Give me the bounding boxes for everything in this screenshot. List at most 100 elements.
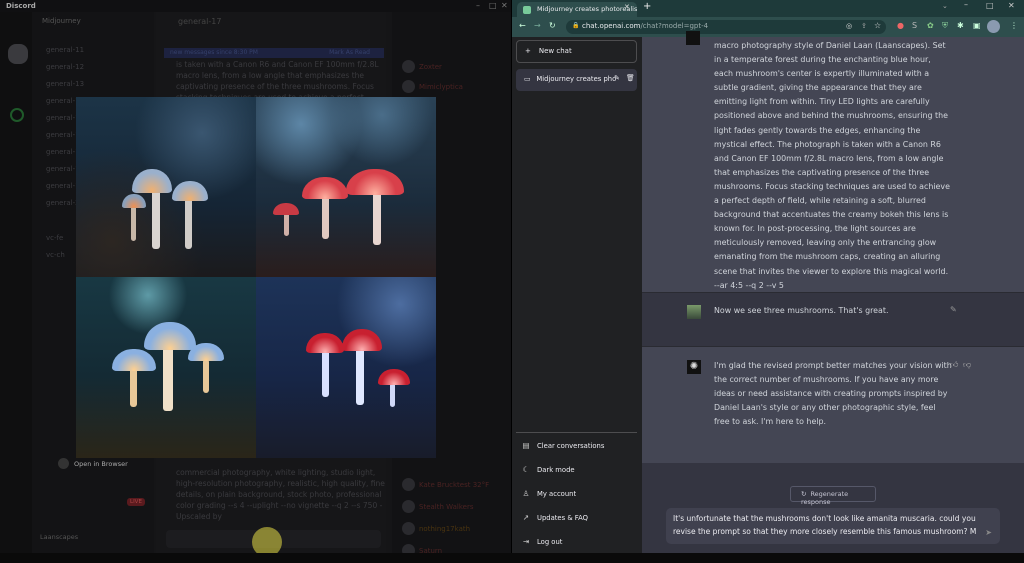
- delete-icon[interactable]: 🗑: [626, 74, 635, 82]
- menu-label: Clear conversations: [537, 441, 605, 450]
- message-input[interactable]: It's unfortunate that the mushrooms don'…: [666, 508, 1000, 544]
- logout-icon: ⇥: [522, 537, 530, 546]
- mushroom-image-3[interactable]: [76, 277, 256, 458]
- my-account-button[interactable]: ♙ My account: [522, 489, 577, 498]
- member-item[interactable]: nothing17kath: [402, 522, 470, 535]
- open-in-browser-link[interactable]: Open in Browser: [58, 458, 128, 469]
- message-text: is taken with a Canon R6 and Canon EF 10…: [176, 60, 379, 99]
- message-text: I'm glad the revised prompt better match…: [714, 361, 952, 427]
- browser-icon: [58, 458, 69, 469]
- message-text: macro photography style of Daniel Laan (…: [714, 41, 950, 290]
- updates-faq-link[interactable]: ↗ Updates & FAQ: [522, 513, 588, 522]
- thumbs-up-icon[interactable]: 👍︎: [950, 360, 958, 370]
- refresh-icon: ↻: [801, 490, 807, 498]
- forward-icon[interactable]: →: [534, 21, 541, 30]
- explore-icon[interactable]: [10, 108, 24, 122]
- user-message: Now we see three mushrooms. That's great…: [642, 293, 1024, 347]
- back-icon[interactable]: ←: [519, 21, 526, 30]
- extensions-puzzle-icon[interactable]: ✱: [957, 21, 964, 30]
- assistant-message: ✺ I'm glad the revised prompt better mat…: [642, 347, 1024, 463]
- extension-shield-icon[interactable]: ⛨: [942, 21, 948, 31]
- chat-sidebar: + New chat ▭ Midjourney creates pho ✎ 🗑 ▤ C…: [512, 37, 642, 553]
- voice-channel[interactable]: vc-ch: [46, 251, 65, 259]
- mushroom-image-1[interactable]: [76, 97, 256, 277]
- chat-bubble-icon: ▭: [524, 75, 531, 83]
- plus-icon: +: [525, 47, 531, 55]
- server-name[interactable]: Midjourney: [42, 17, 81, 25]
- open-in-browser-label: Open in Browser: [74, 459, 128, 468]
- clear-conversations-button[interactable]: ▤ Clear conversations: [522, 441, 604, 450]
- channel-item[interactable]: general-13: [46, 80, 84, 88]
- minimize-icon[interactable]: –: [964, 0, 968, 9]
- minimize-icon[interactable]: –: [476, 1, 480, 10]
- new-chat-button[interactable]: + New chat: [516, 40, 637, 63]
- menu-label: Log out: [537, 537, 563, 546]
- profile-avatar[interactable]: [987, 20, 1000, 33]
- extension-s-icon[interactable]: S: [912, 21, 917, 30]
- menu-label: My account: [537, 489, 577, 498]
- channel-header: general-17: [178, 17, 222, 26]
- chatgpt-favicon: [523, 6, 531, 14]
- edit-icon[interactable]: ✎: [614, 74, 620, 82]
- server-icon[interactable]: [8, 44, 28, 64]
- close-icon[interactable]: ✕: [501, 1, 508, 10]
- lock-icon: 🔒: [572, 22, 580, 29]
- new-messages-banner[interactable]: new messages since 8:30 PM Mark As Read: [164, 48, 384, 58]
- conversation-title: Midjourney creates pho: [536, 75, 617, 83]
- user-panel[interactable]: Laanscapes: [40, 533, 78, 541]
- new-tab-icon[interactable]: +: [643, 1, 651, 12]
- share-icon[interactable]: ⇪: [861, 22, 867, 30]
- mushroom-image-2[interactable]: [256, 97, 436, 277]
- tab-close-icon[interactable]: ✕: [624, 3, 630, 11]
- dark-mode-button[interactable]: ☾ Dark mode: [522, 465, 575, 474]
- log-out-button[interactable]: ⇥ Log out: [522, 537, 563, 546]
- channel-item[interactable]: general-11: [46, 46, 84, 54]
- member-item[interactable]: Mimiclyptica: [402, 80, 463, 93]
- url-path: /chat?model=gpt-4: [640, 22, 709, 30]
- external-link-icon: ↗: [522, 513, 530, 522]
- browser-toolbar: ← → ↻ 🔒 chat.openai.com/chat?model=gpt-4…: [512, 17, 1024, 37]
- server-list: [0, 12, 32, 553]
- maximize-icon[interactable]: □: [489, 1, 497, 10]
- app-title: Discord: [6, 2, 36, 10]
- browser-window: Midjourney creates photorealistic ✕ + ⌄ …: [512, 0, 1024, 553]
- mushroom-image-4[interactable]: [256, 277, 436, 458]
- member-item[interactable]: Kate Brucktest 32°F: [402, 478, 489, 491]
- edit-message-icon[interactable]: ✎: [950, 305, 957, 314]
- live-badge: LIVE: [127, 498, 145, 506]
- tab-search-icon[interactable]: ⌄: [942, 2, 948, 10]
- channel-item[interactable]: general-12: [46, 63, 84, 71]
- extension-icon[interactable]: ●: [897, 21, 904, 30]
- tab-title: Midjourney creates photorealistic: [537, 5, 637, 13]
- voice-channel[interactable]: vc-fe: [46, 234, 63, 242]
- user-icon: ♙: [522, 489, 530, 498]
- member-item[interactable]: Zoxter: [402, 60, 442, 73]
- google-lens-icon[interactable]: ◎: [846, 22, 852, 30]
- address-bar[interactable]: 🔒 chat.openai.com/chat?model=gpt-4 ◎ ⇪ ☆: [566, 20, 886, 34]
- banner-text: new messages since 8:30 PM: [170, 49, 258, 56]
- image-preview-grid[interactable]: [76, 97, 436, 458]
- menu-label: Updates & FAQ: [537, 513, 588, 522]
- new-chat-label: New chat: [538, 47, 572, 55]
- member-item[interactable]: Stealth Walkers: [402, 500, 473, 513]
- browser-tab[interactable]: Midjourney creates photorealistic: [517, 2, 637, 17]
- moon-icon: ☾: [522, 465, 530, 474]
- mark-as-read-button[interactable]: Mark As Read: [329, 49, 370, 56]
- extension-color-icon[interactable]: ✿: [927, 21, 934, 30]
- chatgpt-logo-icon: ✺: [687, 360, 701, 374]
- reload-icon[interactable]: ↻: [549, 21, 556, 30]
- menu-kebab-icon[interactable]: ⋮: [1010, 21, 1018, 30]
- message-text: commercial photography, white lighting, …: [176, 468, 385, 521]
- chatgpt-avatar: [686, 31, 700, 45]
- regenerate-response-button[interactable]: ↻ Regenerate response: [790, 486, 876, 506]
- maximize-icon[interactable]: □: [986, 1, 994, 10]
- url-host: chat.openai.com: [582, 22, 641, 30]
- taskbar: [0, 553, 1024, 563]
- side-panel-icon[interactable]: ▣: [973, 21, 981, 30]
- send-icon[interactable]: ➤: [985, 527, 992, 540]
- conversation-item[interactable]: ▭ Midjourney creates pho ✎ 🗑: [516, 69, 637, 91]
- close-icon[interactable]: ✕: [1008, 1, 1015, 10]
- bookmark-star-icon[interactable]: ☆: [874, 21, 881, 30]
- thumbs-down-icon[interactable]: 👎︎: [963, 360, 971, 370]
- regenerate-label: Regenerate response: [801, 490, 849, 506]
